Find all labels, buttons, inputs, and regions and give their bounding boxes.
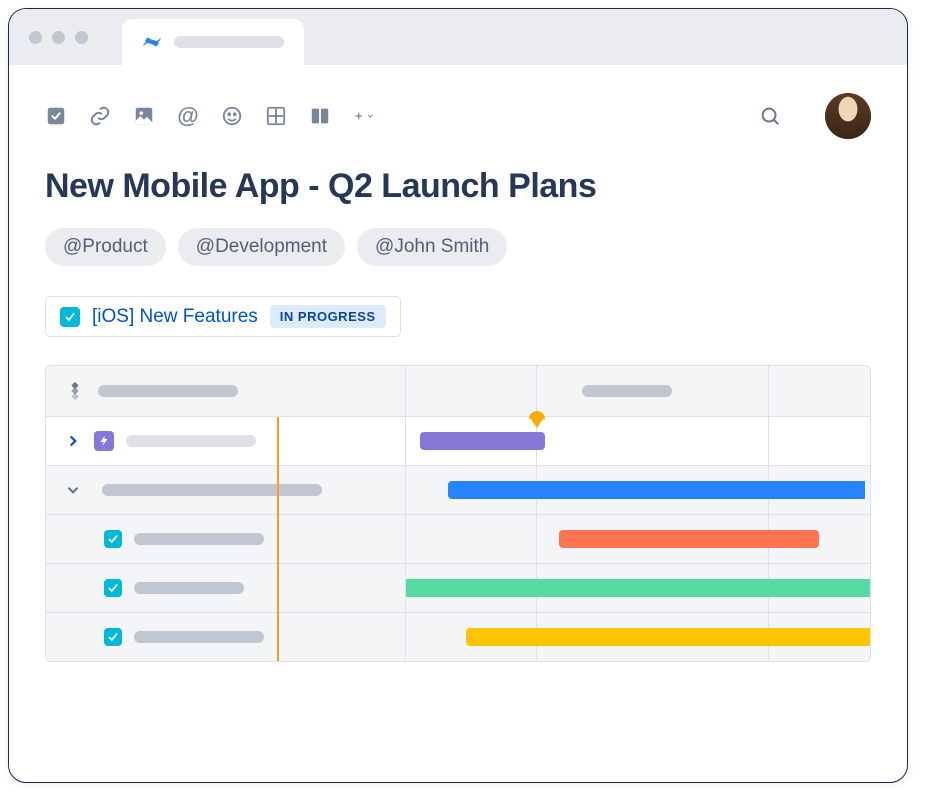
app-window: @ New Mobile App - Q2 Launch Plans @Prod…	[8, 8, 908, 783]
task-checkbox-icon	[104, 530, 122, 548]
gantt-timeline-cell[interactable]	[406, 613, 870, 661]
table-icon[interactable]	[265, 105, 287, 127]
window-control-dot[interactable]	[52, 31, 65, 44]
task-title-placeholder	[134, 582, 244, 594]
gantt-row-task[interactable]	[46, 515, 406, 563]
card-title: [iOS] New Features	[92, 306, 258, 328]
window-control-dot[interactable]	[29, 31, 42, 44]
header-placeholder	[98, 385, 238, 397]
gantt-header-right	[406, 366, 870, 416]
today-marker-icon	[529, 416, 545, 428]
mention-list: @Product @Development @John Smith	[45, 228, 871, 266]
image-icon[interactable]	[133, 105, 155, 127]
gantt-row-task[interactable]	[46, 564, 406, 612]
task-checkbox-icon	[104, 579, 122, 597]
timeline-label-placeholder	[582, 385, 672, 397]
epic-icon	[94, 431, 114, 451]
gantt-timeline-cell[interactable]	[406, 564, 870, 612]
task-title-placeholder	[134, 631, 264, 643]
window-control-dot[interactable]	[75, 31, 88, 44]
gantt-timeline-cell[interactable]	[406, 417, 870, 465]
task-title-placeholder	[134, 533, 264, 545]
gantt-timeline-cell[interactable]	[406, 515, 870, 563]
gantt-bar-blue[interactable]	[448, 481, 866, 499]
epic-title-placeholder	[126, 435, 256, 447]
chevron-down-icon[interactable]	[64, 481, 82, 499]
confluence-icon	[142, 32, 162, 52]
mention-pill[interactable]: @John Smith	[357, 228, 507, 266]
gantt-header-left	[46, 366, 406, 416]
mention-pill[interactable]: @Development	[178, 228, 345, 266]
mention-pill[interactable]: @Product	[45, 228, 166, 266]
browser-tab[interactable]	[122, 19, 304, 65]
tab-title-placeholder	[174, 36, 284, 48]
gantt-bar-purple[interactable]	[420, 432, 545, 450]
gantt-row-epic-collapsed[interactable]	[46, 417, 406, 465]
insert-more-icon[interactable]	[353, 105, 375, 127]
search-icon[interactable]	[759, 105, 781, 127]
task-checkbox-icon	[60, 307, 80, 327]
mention-icon[interactable]: @	[177, 105, 199, 127]
task-checkbox-icon	[104, 628, 122, 646]
gantt-timeline-cell[interactable]	[406, 466, 870, 514]
gantt-row-epic-expanded[interactable]	[46, 466, 406, 514]
gantt-body	[46, 417, 870, 661]
browser-titlebar	[9, 9, 907, 65]
status-badge: IN PROGRESS	[270, 305, 386, 328]
roadmap-gantt	[45, 365, 871, 662]
gantt-row-task[interactable]	[46, 613, 406, 661]
jira-software-icon	[64, 380, 86, 402]
today-indicator-line	[277, 417, 279, 661]
jira-inline-card[interactable]: [iOS] New Features IN PROGRESS	[45, 296, 401, 337]
gantt-bar-green[interactable]	[406, 579, 870, 597]
page-content: New Mobile App - Q2 Launch Plans @Produc…	[9, 157, 907, 672]
gantt-bar-yellow[interactable]	[466, 628, 870, 646]
toolbar-icon-group: @	[45, 105, 375, 127]
page-title[interactable]: New Mobile App - Q2 Launch Plans	[45, 167, 871, 206]
chevron-right-icon[interactable]	[64, 432, 82, 450]
link-icon[interactable]	[89, 105, 111, 127]
action-item-icon[interactable]	[45, 105, 67, 127]
user-avatar[interactable]	[825, 93, 871, 139]
epic-title-placeholder	[102, 484, 322, 496]
emoji-icon[interactable]	[221, 105, 243, 127]
layouts-icon[interactable]	[309, 105, 331, 127]
editor-toolbar: @	[9, 65, 907, 157]
gantt-bar-orange[interactable]	[559, 530, 819, 548]
